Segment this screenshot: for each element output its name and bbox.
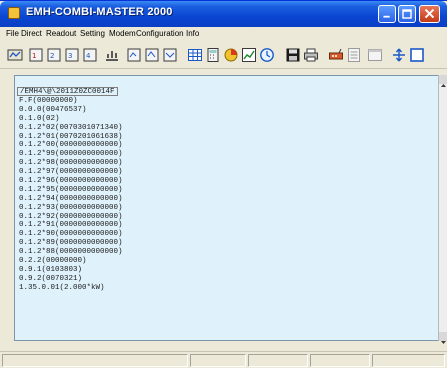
readout-line: 0.1.2*96(0000000000000) [19, 177, 123, 186]
readout-line: 0.1.2*94(0000000000000) [19, 194, 123, 203]
close-button[interactable] [419, 5, 440, 23]
maximize-button[interactable] [398, 5, 416, 23]
save-icon[interactable] [284, 46, 300, 62]
readout-line: F.F(00000000) [19, 97, 78, 105]
readout-line: 0.0.0(00476537) [19, 105, 87, 114]
scroll-down-icon [441, 341, 446, 344]
menu-configuration[interactable]: Configuration [136, 29, 184, 38]
readout-line: 0.1.2*91(0000000000000) [19, 221, 123, 230]
readout-line: 0.1.2*99(0000000000000) [19, 150, 123, 159]
frame-icon[interactable] [408, 46, 424, 62]
readout-line: 0.9.1(0103803) [19, 265, 83, 274]
app-icon [8, 7, 20, 19]
table-icon[interactable] [186, 46, 202, 62]
maximize-icon [402, 9, 412, 19]
readout-line: 0.1.2*89(0000000000000) [19, 239, 123, 248]
readout-line: 0.1.2*92(0000000000000) [19, 212, 123, 221]
readout-line: 0.9.2(0070321) [19, 274, 83, 283]
readout-line: 0.1.2*88(0000000000000) [19, 248, 123, 257]
status-bar [0, 351, 447, 368]
window-title: EMH-COMBI-MASTER 2000 [26, 6, 173, 18]
svg-text:2: 2 [50, 52, 54, 60]
status-cell-5 [372, 354, 445, 367]
status-cell-1 [2, 354, 188, 367]
arrow-icon[interactable] [390, 46, 406, 62]
menu-bar: File Direct Readout Setting Modem Config… [0, 27, 447, 41]
readout-text-area[interactable]: /EMH4\@\2011Z0ZC0014F F.F(00000000) 0.0.0(… [14, 75, 445, 341]
readout-line: 0.1.2*98(0000000000000) [19, 159, 123, 168]
minimize-icon [383, 15, 390, 18]
meter-4-icon[interactable]: 4 [81, 46, 97, 62]
vertical-scrollbar[interactable] [438, 75, 447, 344]
clock-icon[interactable] [258, 46, 274, 62]
menu-modem[interactable]: Modem [109, 29, 136, 38]
readout-line: 0.1.2*00(0000000000000) [19, 141, 123, 150]
menu-info[interactable]: Info [186, 29, 199, 38]
signal-icon[interactable] [103, 46, 119, 62]
menu-file[interactable]: File [6, 29, 19, 38]
calc-icon[interactable] [204, 46, 220, 62]
readout-line: 1.35.0.01(2.000*kW) [19, 283, 105, 292]
svg-text:1: 1 [32, 52, 36, 60]
readout-line: 0.1.2*93(0000000000000) [19, 203, 123, 212]
close-icon [424, 8, 435, 19]
readout-line-selected: /EMH4\@\2011Z0ZC0014F [17, 87, 118, 96]
scroll-down-button[interactable] [439, 332, 447, 344]
readout-line: 0.1.2*02(0070301071340) [19, 123, 123, 132]
meter-3-icon[interactable]: 3 [63, 46, 79, 62]
readout-line: 0.1.2*95(0000000000000) [19, 185, 123, 194]
readout-line: 0.1.2*90(0000000000000) [19, 230, 123, 239]
meter-2-icon[interactable]: 2 [45, 46, 61, 62]
list-icon[interactable] [345, 46, 361, 62]
readout-line: 0.1.2*97(0000000000000) [19, 168, 123, 177]
scroll-up-icon [441, 84, 446, 87]
readout-icon[interactable] [6, 46, 23, 62]
modem-icon[interactable] [327, 46, 343, 62]
readout-line: 0.1.2*01(0070201061638) [19, 132, 123, 141]
title-bar[interactable]: EMH-COMBI-MASTER 2000 [0, 1, 447, 27]
meter-5-icon[interactable] [125, 46, 141, 62]
print-icon[interactable] [302, 46, 318, 62]
scroll-up-button[interactable] [439, 75, 447, 87]
status-cell-4 [310, 354, 370, 367]
readout-line: 0.2.2(00000000) [19, 257, 87, 266]
meter-7-icon[interactable] [161, 46, 177, 62]
menu-readout[interactable]: Readout [46, 29, 76, 38]
status-cell-3 [248, 354, 308, 367]
readout-line: 0.1.0(02) [19, 114, 60, 123]
menu-direct[interactable]: Direct [21, 29, 42, 38]
app-window: EMH-COMBI-MASTER 2000 File Direct Readou… [0, 0, 447, 368]
menu-setting[interactable]: Setting [80, 29, 105, 38]
window-icon[interactable] [366, 46, 382, 62]
status-cell-2 [190, 354, 246, 367]
graph-icon[interactable] [240, 46, 256, 62]
toolbar: 1 2 3 4 [0, 41, 447, 69]
meter-6-icon[interactable] [143, 46, 159, 62]
readout-lines: /EMH4\@\2011Z0ZC0014F F.F(00000000) 0.0.0(… [17, 78, 123, 293]
meter-1-icon[interactable]: 1 [27, 46, 43, 62]
minimize-button[interactable] [378, 5, 396, 23]
svg-text:3: 3 [68, 52, 72, 60]
svg-text:4: 4 [86, 52, 91, 60]
chart-icon[interactable] [222, 46, 238, 62]
